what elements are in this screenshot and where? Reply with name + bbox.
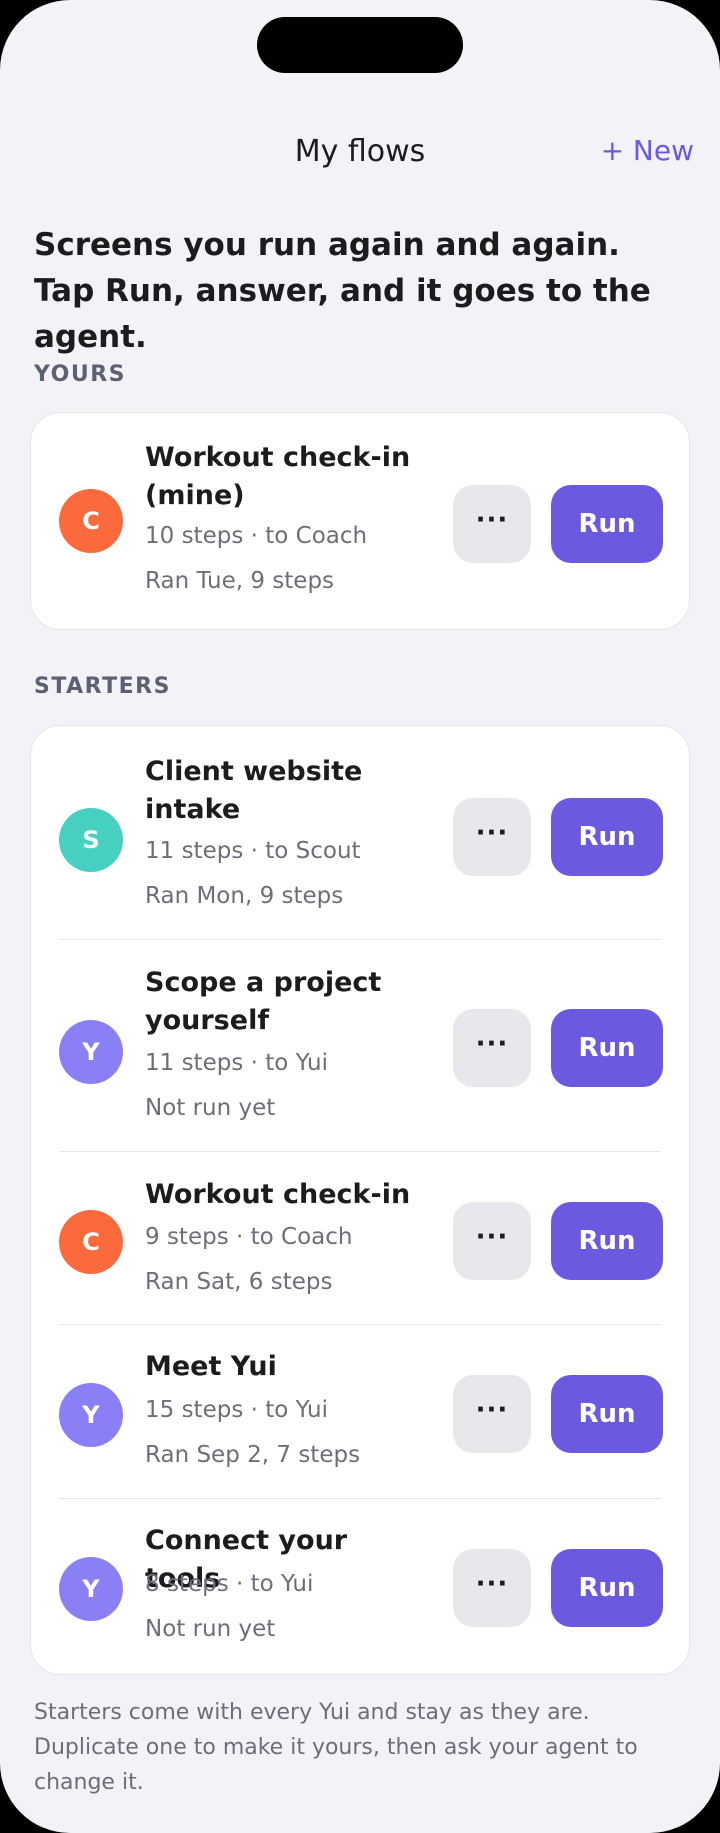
run-button[interactable]: Run: [551, 1549, 663, 1627]
footer-note: Starters come with every Yui and stay as…: [34, 1700, 638, 1795]
list-item: Y Scope a project yourself 11 steps · to…: [31, 940, 691, 1151]
list-item: C Workout check-in (mine) 10 steps · to …: [31, 413, 691, 631]
flow-steps: 11 steps · to Yui: [145, 1050, 329, 1076]
phone-screen: My flows + New Screens you run again and…: [0, 0, 720, 1833]
starters-card: S Client website intake 11 steps · to Sc…: [30, 725, 690, 1675]
yours-card: C Workout check-in (mine) 10 steps · to …: [30, 412, 690, 630]
list-item: Y Connect your tools 8 steps · to Yui No…: [31, 1499, 691, 1675]
more-options-button[interactable]: ···: [453, 485, 531, 563]
section-label-starters: STARTERS: [34, 674, 171, 699]
run-button[interactable]: Run: [551, 798, 663, 876]
flow-last-run: Not run yet: [145, 1616, 276, 1642]
flow-last-run: Not run yet: [145, 1095, 276, 1121]
flow-last-run: Ran Sat, 6 steps: [145, 1269, 333, 1295]
avatar: Y: [59, 1020, 123, 1084]
flow-title: Workout check-in: [145, 1179, 411, 1210]
avatar: C: [59, 489, 123, 553]
flow-title: Meet Yui: [145, 1351, 277, 1382]
more-options-button[interactable]: ···: [453, 1375, 531, 1453]
more-options-button[interactable]: ···: [453, 798, 531, 876]
section-label-yours: YOURS: [34, 362, 126, 387]
more-options-button[interactable]: ···: [453, 1202, 531, 1280]
run-button[interactable]: Run: [551, 1009, 663, 1087]
flow-title: Workout check-in (mine): [145, 442, 411, 511]
avatar: S: [59, 808, 123, 872]
flow-last-run: Ran Tue, 9 steps: [145, 568, 335, 594]
intro-text: Screens you run again and again. Tap Run…: [34, 227, 651, 355]
flow-steps: 15 steps · to Yui: [145, 1397, 329, 1423]
list-item: S Client website intake 11 steps · to Sc…: [31, 726, 691, 939]
flow-title: Scope a project yourself: [145, 967, 382, 1036]
list-item: Y Meet Yui 15 steps · to Yui Ran Sep 2, …: [31, 1325, 691, 1498]
flow-steps: 10 steps · to Coach: [145, 523, 368, 549]
more-options-button[interactable]: ···: [453, 1549, 531, 1627]
dynamic-island: [257, 17, 463, 73]
flow-steps: 9 steps · to Coach: [145, 1224, 353, 1250]
more-options-button[interactable]: ···: [453, 1009, 531, 1087]
avatar: Y: [59, 1557, 123, 1621]
flow-title: Client website intake: [145, 756, 363, 825]
flow-steps: 11 steps · to Scout: [145, 838, 361, 864]
header: My flows + New: [0, 130, 720, 176]
run-button[interactable]: Run: [551, 1202, 663, 1280]
new-flow-button[interactable]: + New: [601, 134, 694, 167]
avatar: Y: [59, 1383, 123, 1447]
run-button[interactable]: Run: [551, 1375, 663, 1453]
list-item: C Workout check-in 9 steps · to Coach Ra…: [31, 1152, 691, 1324]
run-button[interactable]: Run: [551, 485, 663, 563]
avatar: C: [59, 1210, 123, 1274]
flow-last-run: Ran Sep 2, 7 steps: [145, 1442, 361, 1468]
flow-steps: 8 steps · to Yui: [145, 1571, 314, 1597]
flow-last-run: Ran Mon, 9 steps: [145, 883, 344, 909]
